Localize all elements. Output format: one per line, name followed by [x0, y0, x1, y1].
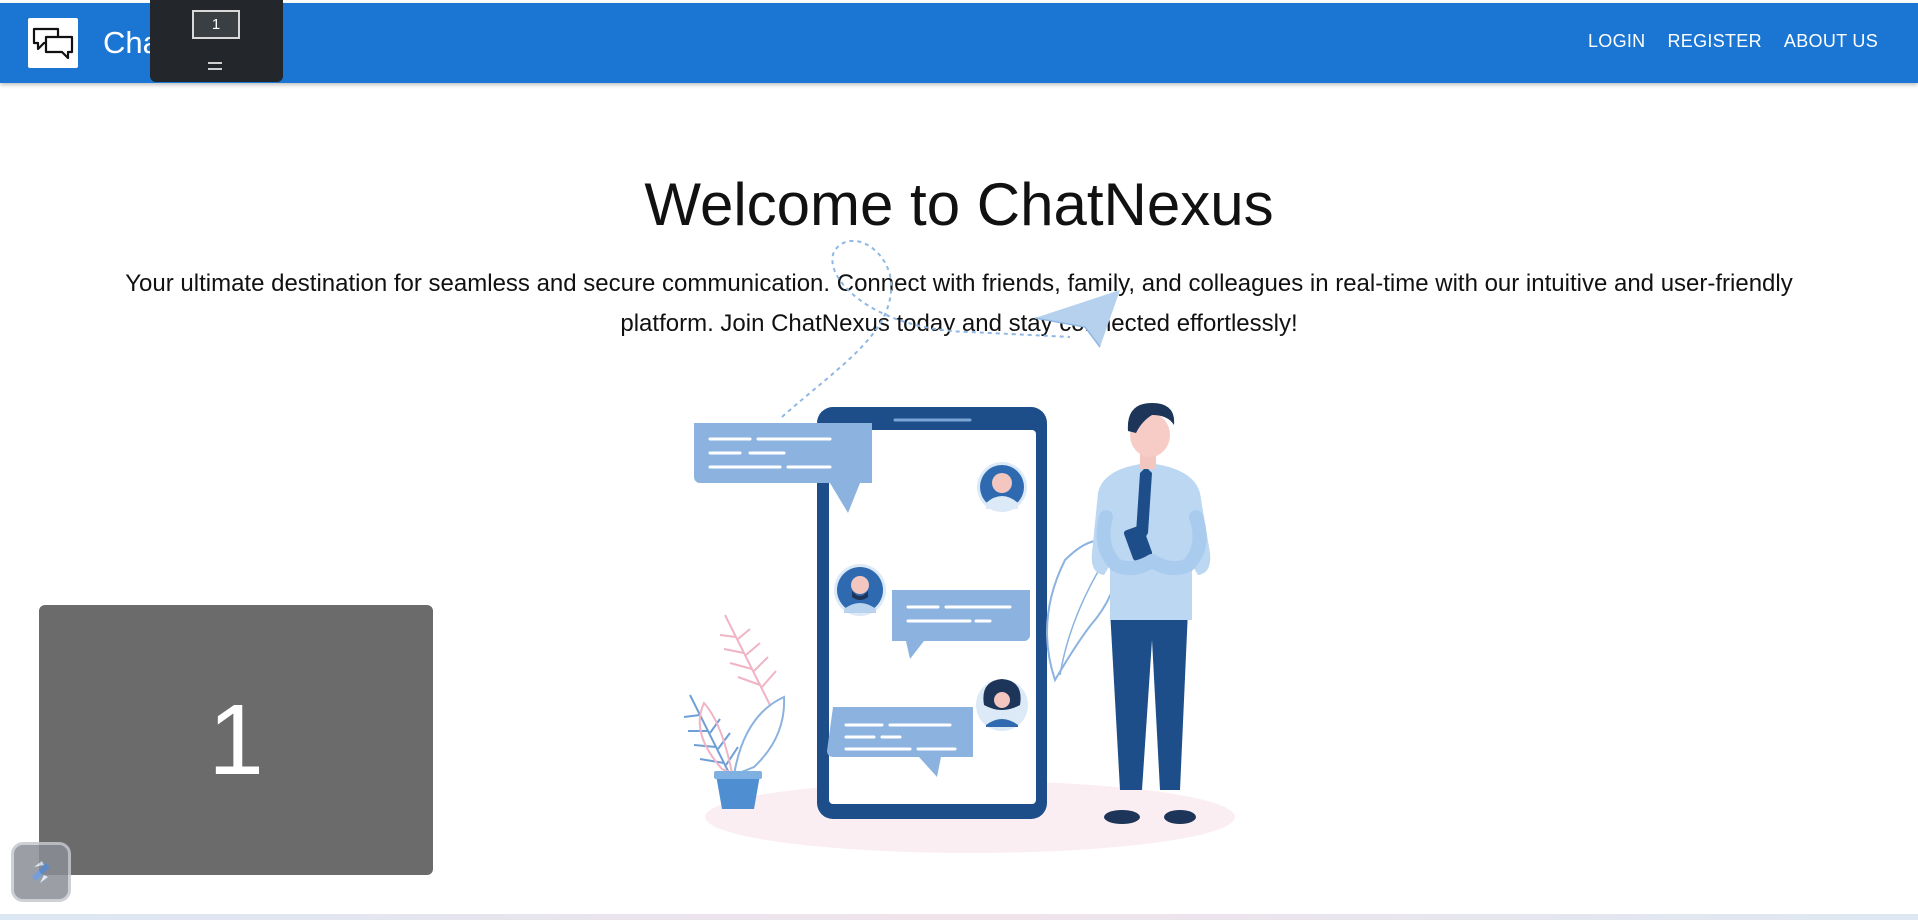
assistant-icon[interactable]	[11, 842, 71, 902]
navbar: ChatNexus LOGIN REGISTER ABOUT US	[0, 3, 1918, 83]
number-overlay[interactable]: 1	[39, 605, 433, 875]
login-link[interactable]: LOGIN	[1588, 31, 1646, 52]
drag-handle-icon[interactable]	[208, 62, 222, 70]
about-us-link[interactable]: ABOUT US	[1784, 31, 1878, 52]
page-title: Welcome to ChatNexus	[644, 171, 1274, 238]
monitor-widget[interactable]: 1	[150, 0, 283, 82]
overlay-number: 1	[208, 683, 264, 796]
monitor-number: 1	[192, 10, 240, 39]
chat-bubbles-icon[interactable]	[28, 18, 78, 68]
register-link[interactable]: REGISTER	[1667, 31, 1761, 52]
chat-illustration	[683, 239, 1235, 853]
nav-links: LOGIN REGISTER ABOUT US	[1588, 31, 1878, 52]
page-footer-strip	[0, 914, 1918, 920]
